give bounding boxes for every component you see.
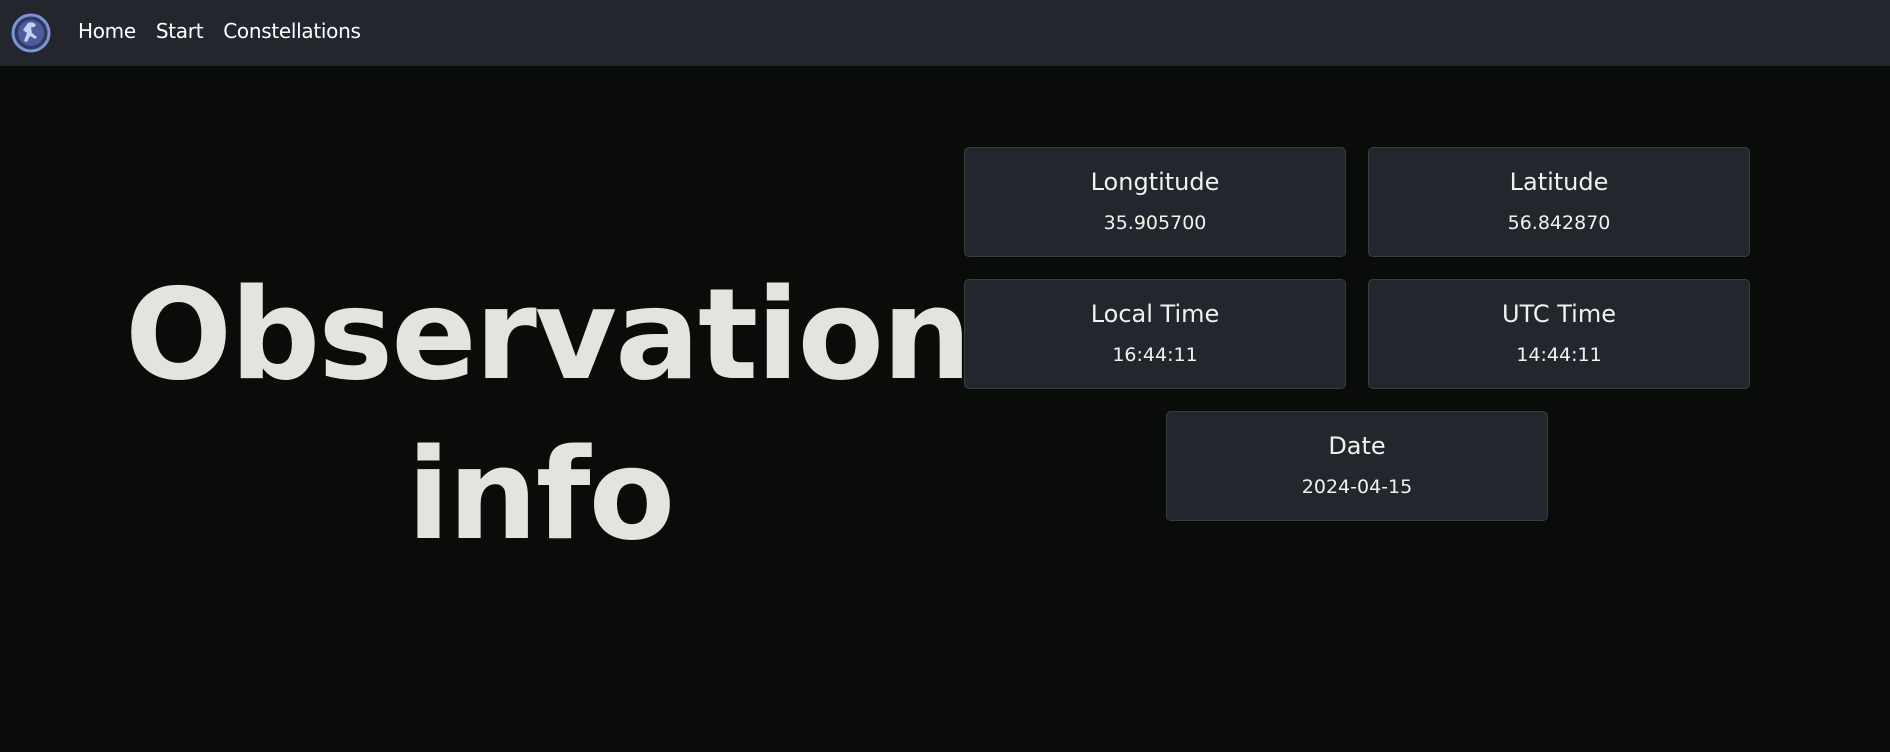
utc-time-title: UTC Time	[1502, 300, 1616, 328]
nav-link-home[interactable]: Home	[78, 19, 136, 43]
local-time-card: Local Time 16:44:11	[964, 279, 1346, 389]
nav-link-start[interactable]: Start	[156, 19, 204, 43]
navbar: Home Start Constellations	[0, 0, 1890, 66]
latitude-card: Latitude 56.842870	[1368, 147, 1750, 257]
page-title-line2: info	[406, 421, 675, 568]
date-value: 2024-04-15	[1301, 476, 1413, 498]
page-title: Observation info	[125, 255, 972, 575]
utc-time-value: 14:44:11	[1516, 344, 1602, 366]
nav-link-constellations[interactable]: Constellations	[223, 19, 361, 43]
date-card: Date 2024-04-15	[1166, 411, 1548, 521]
utc-time-card: UTC Time 14:44:11	[1368, 279, 1750, 389]
date-title: Date	[1328, 432, 1386, 460]
latitude-value: 56.842870	[1507, 212, 1611, 234]
longitude-value: 35.905700	[1103, 212, 1207, 234]
latitude-title: Latitude	[1509, 168, 1609, 196]
longitude-card: Longtitude 35.905700	[964, 147, 1346, 257]
astronaut-logo-icon[interactable]	[11, 13, 51, 53]
local-time-value: 16:44:11	[1112, 344, 1198, 366]
nav-links: Home Start Constellations	[78, 0, 361, 62]
longitude-title: Longtitude	[1090, 168, 1220, 196]
page-title-line1: Observation	[125, 261, 972, 408]
local-time-title: Local Time	[1090, 300, 1220, 328]
